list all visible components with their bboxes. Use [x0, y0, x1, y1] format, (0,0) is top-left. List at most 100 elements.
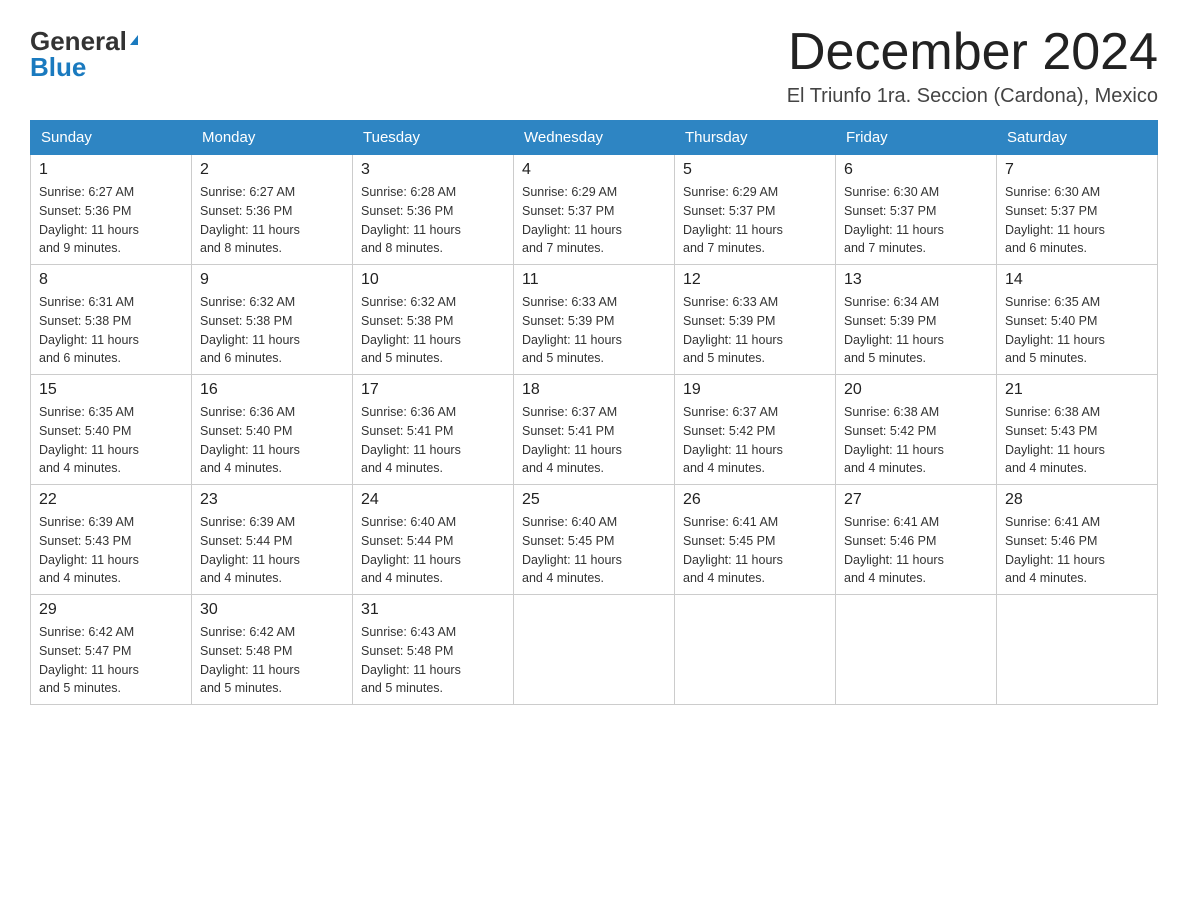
calendar-day-cell: 3 Sunrise: 6:28 AM Sunset: 5:36 PM Dayli… [353, 155, 514, 265]
day-info: Sunrise: 6:29 AM Sunset: 5:37 PM Dayligh… [683, 185, 783, 255]
day-info: Sunrise: 6:37 AM Sunset: 5:42 PM Dayligh… [683, 405, 783, 475]
calendar-day-cell: 18 Sunrise: 6:37 AM Sunset: 5:41 PM Dayl… [514, 375, 675, 485]
day-number: 31 [361, 601, 505, 619]
day-info: Sunrise: 6:32 AM Sunset: 5:38 PM Dayligh… [361, 295, 461, 365]
day-number: 24 [361, 491, 505, 509]
calendar-day-cell [514, 595, 675, 705]
logo: General Blue [30, 28, 138, 80]
day-number: 3 [361, 161, 505, 179]
day-info: Sunrise: 6:30 AM Sunset: 5:37 PM Dayligh… [844, 185, 944, 255]
day-number: 25 [522, 491, 666, 509]
day-number: 27 [844, 491, 988, 509]
day-info: Sunrise: 6:36 AM Sunset: 5:40 PM Dayligh… [200, 405, 300, 475]
day-info: Sunrise: 6:27 AM Sunset: 5:36 PM Dayligh… [39, 185, 139, 255]
calendar-day-cell: 31 Sunrise: 6:43 AM Sunset: 5:48 PM Dayl… [353, 595, 514, 705]
logo-blue-text: Blue [30, 54, 86, 80]
day-number: 6 [844, 161, 988, 179]
day-info: Sunrise: 6:31 AM Sunset: 5:38 PM Dayligh… [39, 295, 139, 365]
calendar-day-cell: 26 Sunrise: 6:41 AM Sunset: 5:45 PM Dayl… [675, 485, 836, 595]
calendar-day-cell: 21 Sunrise: 6:38 AM Sunset: 5:43 PM Dayl… [997, 375, 1158, 485]
calendar-day-cell: 24 Sunrise: 6:40 AM Sunset: 5:44 PM Dayl… [353, 485, 514, 595]
calendar-day-cell: 13 Sunrise: 6:34 AM Sunset: 5:39 PM Dayl… [836, 265, 997, 375]
page-header: General Blue December 2024 El Triunfo 1r… [30, 24, 1158, 108]
calendar-day-cell: 25 Sunrise: 6:40 AM Sunset: 5:45 PM Dayl… [514, 485, 675, 595]
calendar-day-cell: 10 Sunrise: 6:32 AM Sunset: 5:38 PM Dayl… [353, 265, 514, 375]
day-number: 5 [683, 161, 827, 179]
calendar-week-row: 8 Sunrise: 6:31 AM Sunset: 5:38 PM Dayli… [31, 265, 1158, 375]
calendar-day-cell: 14 Sunrise: 6:35 AM Sunset: 5:40 PM Dayl… [997, 265, 1158, 375]
day-info: Sunrise: 6:41 AM Sunset: 5:45 PM Dayligh… [683, 515, 783, 585]
calendar-day-cell: 22 Sunrise: 6:39 AM Sunset: 5:43 PM Dayl… [31, 485, 192, 595]
calendar-day-cell: 2 Sunrise: 6:27 AM Sunset: 5:36 PM Dayli… [192, 155, 353, 265]
calendar-day-cell: 11 Sunrise: 6:33 AM Sunset: 5:39 PM Dayl… [514, 265, 675, 375]
logo-triangle-icon [130, 35, 138, 45]
day-number: 21 [1005, 381, 1149, 399]
calendar-table: SundayMondayTuesdayWednesdayThursdayFrid… [30, 120, 1158, 705]
day-number: 29 [39, 601, 183, 619]
day-info: Sunrise: 6:39 AM Sunset: 5:43 PM Dayligh… [39, 515, 139, 585]
calendar-day-cell: 19 Sunrise: 6:37 AM Sunset: 5:42 PM Dayl… [675, 375, 836, 485]
day-info: Sunrise: 6:40 AM Sunset: 5:45 PM Dayligh… [522, 515, 622, 585]
calendar-header-row: SundayMondayTuesdayWednesdayThursdayFrid… [31, 121, 1158, 155]
title-block: December 2024 El Triunfo 1ra. Seccion (C… [787, 24, 1158, 108]
day-info: Sunrise: 6:40 AM Sunset: 5:44 PM Dayligh… [361, 515, 461, 585]
day-number: 7 [1005, 161, 1149, 179]
day-of-week-header: Monday [192, 121, 353, 155]
day-number: 19 [683, 381, 827, 399]
day-number: 11 [522, 271, 666, 289]
calendar-day-cell: 6 Sunrise: 6:30 AM Sunset: 5:37 PM Dayli… [836, 155, 997, 265]
day-number: 23 [200, 491, 344, 509]
calendar-day-cell: 23 Sunrise: 6:39 AM Sunset: 5:44 PM Dayl… [192, 485, 353, 595]
day-number: 16 [200, 381, 344, 399]
day-number: 14 [1005, 271, 1149, 289]
day-number: 4 [522, 161, 666, 179]
day-info: Sunrise: 6:42 AM Sunset: 5:48 PM Dayligh… [200, 625, 300, 695]
calendar-day-cell: 8 Sunrise: 6:31 AM Sunset: 5:38 PM Dayli… [31, 265, 192, 375]
calendar-day-cell: 1 Sunrise: 6:27 AM Sunset: 5:36 PM Dayli… [31, 155, 192, 265]
day-info: Sunrise: 6:36 AM Sunset: 5:41 PM Dayligh… [361, 405, 461, 475]
calendar-day-cell: 30 Sunrise: 6:42 AM Sunset: 5:48 PM Dayl… [192, 595, 353, 705]
calendar-week-row: 1 Sunrise: 6:27 AM Sunset: 5:36 PM Dayli… [31, 155, 1158, 265]
day-info: Sunrise: 6:42 AM Sunset: 5:47 PM Dayligh… [39, 625, 139, 695]
day-info: Sunrise: 6:38 AM Sunset: 5:43 PM Dayligh… [1005, 405, 1105, 475]
calendar-day-cell: 12 Sunrise: 6:33 AM Sunset: 5:39 PM Dayl… [675, 265, 836, 375]
day-number: 8 [39, 271, 183, 289]
calendar-day-cell: 17 Sunrise: 6:36 AM Sunset: 5:41 PM Dayl… [353, 375, 514, 485]
day-info: Sunrise: 6:34 AM Sunset: 5:39 PM Dayligh… [844, 295, 944, 365]
logo-general-text: General [30, 28, 127, 54]
day-number: 26 [683, 491, 827, 509]
day-info: Sunrise: 6:35 AM Sunset: 5:40 PM Dayligh… [1005, 295, 1105, 365]
day-number: 28 [1005, 491, 1149, 509]
calendar-week-row: 15 Sunrise: 6:35 AM Sunset: 5:40 PM Dayl… [31, 375, 1158, 485]
day-info: Sunrise: 6:43 AM Sunset: 5:48 PM Dayligh… [361, 625, 461, 695]
calendar-week-row: 29 Sunrise: 6:42 AM Sunset: 5:47 PM Dayl… [31, 595, 1158, 705]
calendar-day-cell [836, 595, 997, 705]
day-info: Sunrise: 6:37 AM Sunset: 5:41 PM Dayligh… [522, 405, 622, 475]
month-title: December 2024 [787, 24, 1158, 81]
day-info: Sunrise: 6:30 AM Sunset: 5:37 PM Dayligh… [1005, 185, 1105, 255]
day-number: 20 [844, 381, 988, 399]
calendar-day-cell: 5 Sunrise: 6:29 AM Sunset: 5:37 PM Dayli… [675, 155, 836, 265]
calendar-day-cell: 16 Sunrise: 6:36 AM Sunset: 5:40 PM Dayl… [192, 375, 353, 485]
day-number: 2 [200, 161, 344, 179]
day-number: 1 [39, 161, 183, 179]
day-of-week-header: Tuesday [353, 121, 514, 155]
day-info: Sunrise: 6:39 AM Sunset: 5:44 PM Dayligh… [200, 515, 300, 585]
day-info: Sunrise: 6:29 AM Sunset: 5:37 PM Dayligh… [522, 185, 622, 255]
day-info: Sunrise: 6:33 AM Sunset: 5:39 PM Dayligh… [522, 295, 622, 365]
day-info: Sunrise: 6:38 AM Sunset: 5:42 PM Dayligh… [844, 405, 944, 475]
day-of-week-header: Sunday [31, 121, 192, 155]
calendar-day-cell: 27 Sunrise: 6:41 AM Sunset: 5:46 PM Dayl… [836, 485, 997, 595]
day-number: 12 [683, 271, 827, 289]
day-info: Sunrise: 6:28 AM Sunset: 5:36 PM Dayligh… [361, 185, 461, 255]
location-title: El Triunfo 1ra. Seccion (Cardona), Mexic… [787, 85, 1158, 108]
calendar-day-cell: 7 Sunrise: 6:30 AM Sunset: 5:37 PM Dayli… [997, 155, 1158, 265]
day-number: 18 [522, 381, 666, 399]
calendar-day-cell: 28 Sunrise: 6:41 AM Sunset: 5:46 PM Dayl… [997, 485, 1158, 595]
day-info: Sunrise: 6:41 AM Sunset: 5:46 PM Dayligh… [1005, 515, 1105, 585]
calendar-day-cell: 4 Sunrise: 6:29 AM Sunset: 5:37 PM Dayli… [514, 155, 675, 265]
day-info: Sunrise: 6:35 AM Sunset: 5:40 PM Dayligh… [39, 405, 139, 475]
day-number: 9 [200, 271, 344, 289]
day-info: Sunrise: 6:33 AM Sunset: 5:39 PM Dayligh… [683, 295, 783, 365]
day-number: 17 [361, 381, 505, 399]
